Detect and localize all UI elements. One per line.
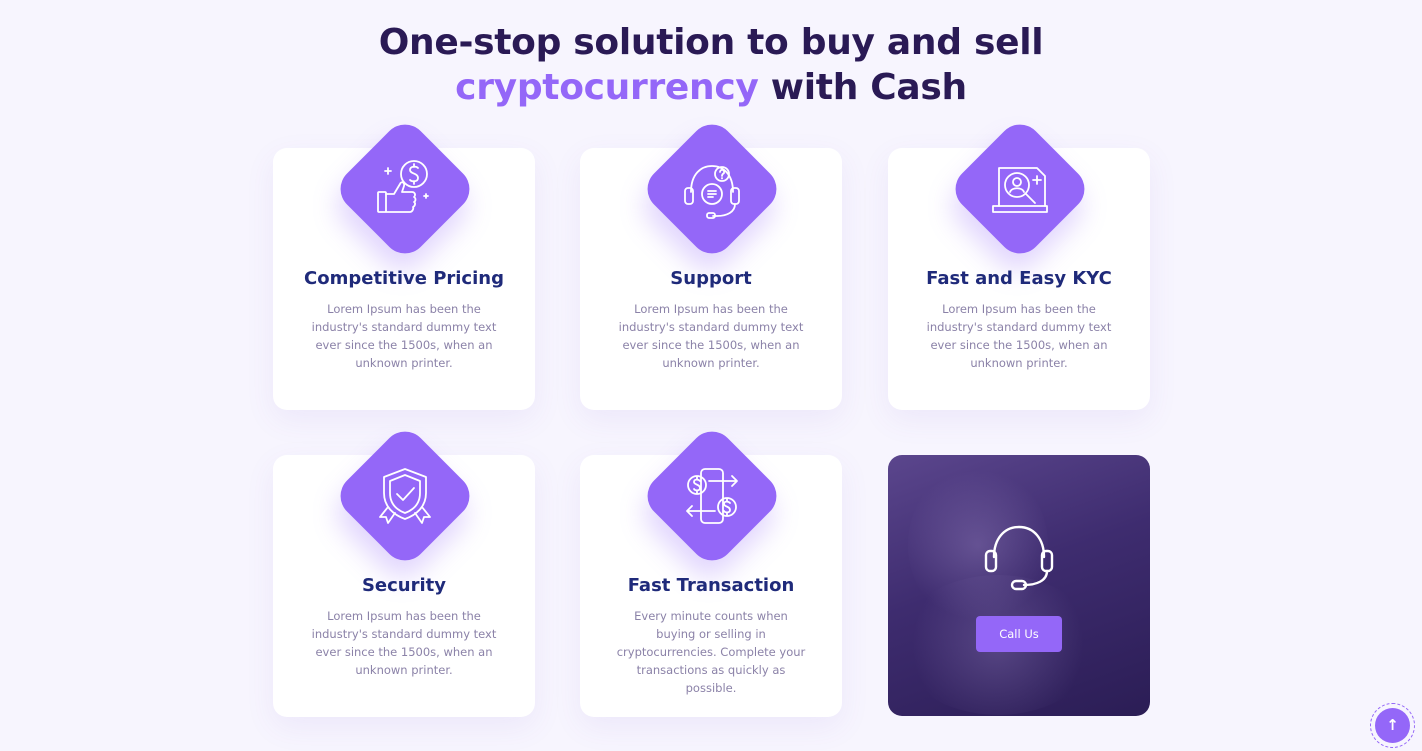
- heading-line-1: One-stop solution to buy and sell: [378, 22, 1044, 63]
- feature-card-fast-transaction: Fast Transaction Every minute counts whe…: [580, 422, 842, 717]
- call-us-card: Call Us: [888, 455, 1150, 716]
- headset-icon: [984, 525, 1054, 591]
- dollar-exchange-icon: [686, 468, 738, 524]
- icon-badge: [946, 115, 1094, 263]
- heading-accent: cryptocurrency: [455, 67, 759, 108]
- card-title: Fast Transaction: [627, 575, 795, 596]
- card-description: Every minute counts when buying or selli…: [616, 609, 806, 695]
- card-description: Lorem Ipsum has been the industry's stan…: [311, 302, 497, 370]
- card-description: Lorem Ipsum has been the industry's stan…: [618, 302, 804, 370]
- scroll-to-top-button[interactable]: ↑: [1370, 703, 1415, 748]
- icon-badge: [638, 115, 786, 263]
- shield-check-icon: [379, 468, 431, 524]
- card-title: Support: [670, 268, 752, 289]
- card-description: Lorem Ipsum has been the industry's stan…: [926, 302, 1112, 370]
- feature-card-support: Support Lorem Ipsum has been the industr…: [580, 115, 842, 410]
- arrow-up-icon: ↑: [1375, 708, 1410, 743]
- icon-badge: [331, 422, 479, 570]
- card-description: Lorem Ipsum has been the industry's stan…: [311, 609, 497, 677]
- support-headset-icon: [684, 165, 740, 219]
- feature-card-security: Security Lorem Ipsum has been the indust…: [273, 422, 535, 717]
- section-heading: One-stop solution to buy and sell crypto…: [0, 20, 1422, 110]
- kyc-search-user-icon: [992, 167, 1048, 213]
- feature-card-competitive-pricing: Competitive Pricing Lorem Ipsum has been…: [273, 115, 535, 410]
- feature-card-kyc: Fast and Easy KYC Lorem Ipsum has been t…: [888, 115, 1150, 410]
- heading-rest: with Cash: [758, 67, 967, 108]
- icon-badge: [331, 115, 479, 263]
- icon-badge: [638, 422, 786, 570]
- call-us-button[interactable]: Call Us: [976, 616, 1062, 652]
- card-title: Security: [361, 575, 447, 596]
- card-title: Fast and Easy KYC: [926, 268, 1112, 289]
- card-title: Competitive Pricing: [304, 268, 504, 289]
- thumbs-up-dollar-icon: [377, 160, 429, 213]
